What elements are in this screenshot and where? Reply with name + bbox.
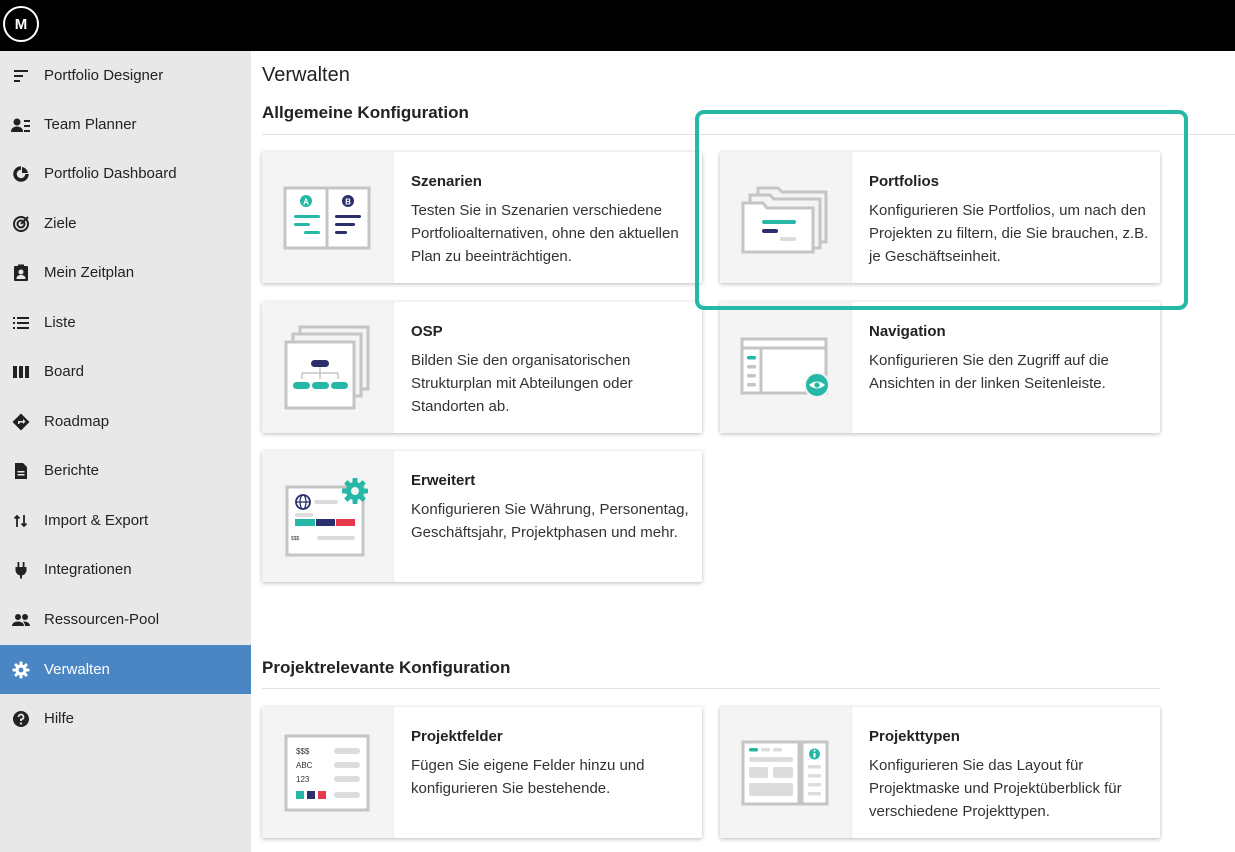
org-chart-icon [262,302,394,433]
card-description: Konfigurieren Sie Portfolios, um nach de… [869,202,1149,265]
sidebar-item-liste[interactable]: Liste [0,298,251,347]
card-description: Fügen Sie eigene Felder hinzu und konfig… [411,757,645,797]
navigation-icon [720,302,852,433]
svg-text:ABC: ABC [296,761,313,770]
card-projekttypen[interactable]: Projekttypen Konfigurieren Sie das Layou… [720,707,1160,838]
report-icon [11,461,31,481]
plug-icon [11,560,31,580]
gear-icon [11,660,31,680]
schedule-icon [11,263,31,283]
sidebar-item-label: Berichte [44,462,100,479]
card-navigation[interactable]: Navigation Konfigurieren Sie den Zugriff… [720,302,1160,433]
sidebar-item-label: Ressourcen-Pool [44,611,160,628]
card-title: Portfolios [869,173,939,190]
section-divider [262,134,1235,135]
sidebar-item-label: Verwalten [44,661,110,678]
project-types-icon [720,707,852,838]
card-description: Konfigurieren Sie Währung, Personentag, … [411,501,689,541]
svg-text:$$$: $$$ [296,747,310,756]
section-divider [262,688,1160,689]
card-projektfelder[interactable]: $$$ ABC 123 Projektfelder Fügen Sie eige… [262,707,702,838]
svg-text:123: 123 [296,775,310,784]
card-description: Konfigurieren Sie den Zugriff auf die An… [869,352,1109,392]
card-title: OSP [411,323,443,340]
card-szenarien[interactable]: A B Szenarien Testen Sie in Szenarien ve… [262,152,702,283]
card-portfolios[interactable]: Portfolios Konfigurieren Sie Portfolios,… [720,152,1160,283]
people-icon [11,610,31,630]
card-title: Szenarien [411,173,482,190]
sidebar-item-label: Import & Export [44,512,149,529]
section-title-project: Projektrelevante Konfiguration [262,658,511,677]
advanced-settings-icon: $$$ [262,451,394,582]
card-description: Testen Sie in Szenarien verschiedene Por… [411,202,679,265]
svg-text:B: B [345,198,351,207]
sidebar-item-label: Roadmap [44,413,110,430]
roadmap-icon [11,412,31,432]
sidebar-item-mein-zeitplan[interactable]: Mein Zeitplan [0,248,251,297]
app-logo[interactable]: M [3,6,39,42]
sidebar-item-ressourcen-pool[interactable]: Ressourcen-Pool [0,595,251,644]
sidebar-item-label: Portfolio Dashboard [44,165,177,182]
team-planner-icon [11,115,31,135]
scenarios-icon: A B [262,152,394,283]
card-description: Bilden Sie den organisatorischen Struktu… [411,352,633,415]
list-icon [11,313,31,333]
sidebar-item-berichte[interactable]: Berichte [0,446,251,495]
sidebar-item-ziele[interactable]: Ziele [0,199,251,248]
target-icon [11,214,31,234]
card-title: Navigation [869,323,946,340]
sidebar-item-team-planner[interactable]: Team Planner [0,100,251,149]
import-export-icon [11,511,31,531]
folders-icon [720,152,852,283]
sidebar-item-portfolio-dashboard[interactable]: Portfolio Dashboard [0,149,251,198]
page-title: Verwalten [262,64,350,86]
top-bar: M [0,0,1235,51]
sidebar-item-label: Mein Zeitplan [44,264,135,281]
sidebar-item-board[interactable]: Board [0,347,251,396]
sidebar-item-label: Liste [44,314,76,331]
sidebar: Portfolio Designer Team Planner Portfoli… [0,51,251,852]
card-description: Konfigurieren Sie das Layout für Projekt… [869,757,1122,820]
main-content: Verwalten Allgemeine Konfiguration A B S… [251,51,1235,852]
sidebar-item-label: Team Planner [44,116,137,133]
sidebar-item-verwalten[interactable]: Verwalten [0,645,251,694]
sidebar-item-import-export[interactable]: Import & Export [0,496,251,545]
sidebar-item-integrationen[interactable]: Integrationen [0,545,251,594]
sidebar-item-label: Portfolio Designer [44,67,164,84]
board-icon [11,362,31,382]
sidebar-item-hilfe[interactable]: Hilfe [0,694,251,743]
sidebar-item-label: Board [44,363,85,380]
fields-icon: $$$ ABC 123 [262,707,394,838]
sidebar-item-label: Ziele [44,215,77,232]
svg-text:A: A [303,198,309,207]
card-title: Erweitert [411,472,476,489]
card-osp[interactable]: OSP Bilden Sie den organisatorischen Str… [262,302,702,433]
help-icon [11,709,31,729]
dashboard-icon [11,164,31,184]
portfolio-designer-icon [11,66,31,86]
sidebar-item-roadmap[interactable]: Roadmap [0,397,251,446]
section-title-general: Allgemeine Konfiguration [262,103,469,122]
card-title: Projektfelder [411,728,503,745]
sidebar-item-label: Hilfe [44,710,75,727]
sidebar-item-portfolio-designer[interactable]: Portfolio Designer [0,51,251,100]
card-erweitert[interactable]: $$$ Erweitert Konfigurieren Sie Währung,… [262,451,702,582]
card-title: Projekttypen [869,728,960,745]
sidebar-item-label: Integrationen [44,561,132,578]
svg-text:$$$: $$$ [291,536,300,542]
